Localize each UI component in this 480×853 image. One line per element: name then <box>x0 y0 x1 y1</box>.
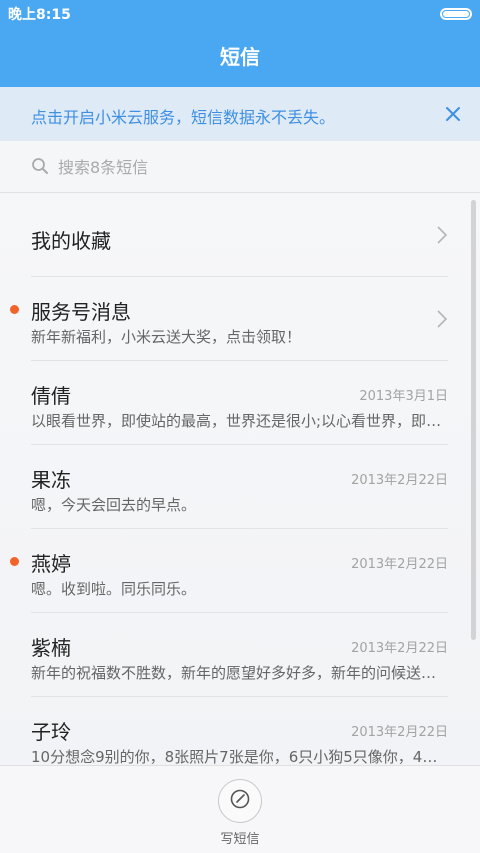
service-messages-row[interactable]: 服务号消息 新年新福利，小米云送大奖，点击领取！ <box>10 277 448 361</box>
conversation-row[interactable]: 倩倩 2013年3月1日 以眼看世界，即使站的最高，世界还是很小;以心看世界，即… <box>31 361 450 445</box>
compose-icon <box>229 788 251 814</box>
page-title: 短信 <box>220 45 260 69</box>
unread-dot <box>10 557 19 566</box>
conversation-row[interactable]: 紫楠 2013年2月22日 新年的祝福数不胜数，新年的愿望好多好多，新年的问候送… <box>31 613 450 697</box>
unread-dot <box>10 305 19 314</box>
message-preview: 嗯，今天会回去的早点。 <box>31 496 197 514</box>
search-bar <box>0 141 480 193</box>
message-date: 2013年2月22日 <box>351 641 448 656</box>
battery-icon <box>440 8 472 20</box>
notice-text[interactable]: 点击开启小米云服务，短信数据永不丢失。 <box>31 104 335 128</box>
contact-name: 紫楠 <box>31 636 71 660</box>
scrollbar[interactable] <box>471 200 476 640</box>
chevron-right-icon <box>436 225 448 249</box>
message-preview: 嗯。收到啦。同乐同乐。 <box>31 580 197 598</box>
favorites-label: 我的收藏 <box>31 229 111 253</box>
service-preview: 新年新福利，小米云送大奖，点击领取！ <box>31 328 302 346</box>
search-input[interactable] <box>58 155 438 179</box>
contact-name: 果冻 <box>31 468 71 492</box>
contact-name: 燕婷 <box>31 552 71 576</box>
contact-name: 子玲 <box>31 720 71 744</box>
conversation-row[interactable]: 子玲 2013年2月22日 10分想念9别的你，8张照片7张是你，6只小狗5只像… <box>31 697 450 765</box>
conversation-row[interactable]: 燕婷 2013年2月22日 嗯。收到啦。同乐同乐。 <box>10 529 448 613</box>
message-date: 2013年2月22日 <box>351 557 448 572</box>
favorites-row[interactable]: 我的收藏 <box>31 193 448 277</box>
status-bar: 晚上8:15 <box>0 0 480 27</box>
message-preview: 10分想念9别的你，8张照片7张是你，6只小狗5只像你，4海之内3生有幸 <box>31 748 450 765</box>
cloud-notice-banner[interactable]: 点击开启小米云服务，短信数据永不丢失。 <box>0 87 480 141</box>
message-preview: 新年的祝福数不胜数，新年的愿望好多好多，新年的问候送给你 <box>31 664 450 682</box>
message-date: 2013年3月1日 <box>359 389 448 404</box>
compose-label[interactable]: 写短信 <box>0 828 480 847</box>
message-date: 2013年2月22日 <box>351 473 448 488</box>
title-bar: 短信 <box>0 27 480 87</box>
message-preview: 以眼看世界，即使站的最高，世界还是很小;以心看世界，即使站的最低，世界也会很大。 <box>31 412 450 430</box>
conversation-row[interactable]: 果冻 2013年2月22日 嗯，今天会回去的早点。 <box>31 445 448 529</box>
bottom-bar: 写短信 <box>0 765 480 853</box>
conversation-list[interactable]: 我的收藏 服务号消息 新年新福利，小米云送大奖，点击领取！ 倩倩 2013年3月… <box>0 193 480 765</box>
service-title: 服务号消息 <box>31 300 131 324</box>
message-date: 2013年2月22日 <box>351 725 448 740</box>
status-time: 晚上8:15 <box>8 7 71 23</box>
compose-button[interactable] <box>218 779 262 823</box>
close-icon[interactable] <box>440 101 466 127</box>
contact-name: 倩倩 <box>31 384 71 408</box>
chevron-right-icon <box>436 309 448 333</box>
search-icon <box>31 157 49 179</box>
